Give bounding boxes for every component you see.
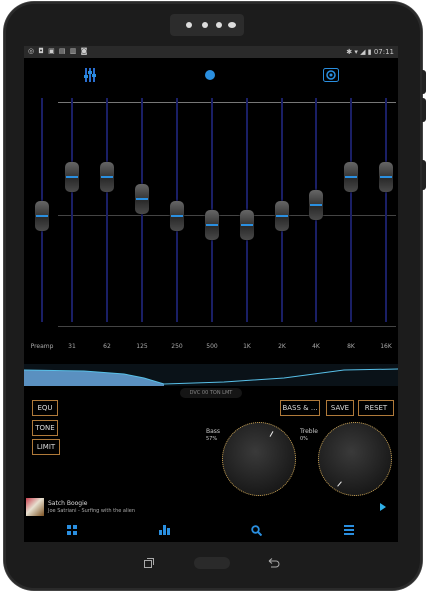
- camera-dot: [186, 22, 192, 28]
- now-playing-bar[interactable]: Satch Boogie Joe Satriani - Surfing with…: [24, 494, 398, 518]
- eq-label-250: 250: [171, 343, 183, 350]
- speaker-icon[interactable]: [323, 68, 339, 82]
- eq-knob-preamp[interactable]: [35, 201, 49, 232]
- eq-knob-mark: [206, 223, 218, 226]
- volume-down-button: [422, 98, 426, 122]
- treble-knob-indicator: [337, 481, 342, 487]
- album-art: [26, 498, 44, 516]
- eq-track-16k[interactable]: [385, 98, 387, 322]
- eq-label-8k: 8K: [347, 343, 355, 350]
- eq-knob-mark: [136, 197, 148, 200]
- eq-label-31: 31: [68, 343, 76, 350]
- eq-knob-16k[interactable]: [379, 162, 393, 193]
- save-button[interactable]: SAVE: [326, 400, 354, 416]
- eq-zero-line: [58, 215, 396, 216]
- eq-knob-mark: [241, 223, 253, 226]
- treble-knob[interactable]: [318, 422, 392, 496]
- sliders-icon[interactable]: [84, 68, 96, 82]
- eq-knob-mark: [36, 215, 48, 218]
- eq-top-line: [58, 102, 396, 103]
- bass-value: 57%: [206, 436, 218, 442]
- treble-label: Treble: [300, 428, 318, 435]
- eq-knob-mark: [310, 204, 322, 207]
- eq-knob-8k[interactable]: [344, 162, 358, 193]
- eq-knob-mark: [101, 176, 113, 179]
- status-bar: ◎ ◘ ▣ ▤ ▥ ◙ ✱ ▾ ◢ ▮ 07:11: [24, 46, 398, 58]
- home-button[interactable]: [194, 557, 230, 569]
- menu-icon[interactable]: [344, 525, 354, 535]
- eq-knob-mark: [276, 215, 288, 218]
- equ-button[interactable]: EQU: [32, 400, 58, 416]
- eq-knob-31[interactable]: [65, 162, 79, 193]
- eq-knob-mark: [171, 215, 183, 218]
- eq-knob-mark: [66, 176, 78, 179]
- tablet-device: ◎ ◘ ▣ ▤ ▥ ◙ ✱ ▾ ◢ ▮ 07:11 DVC 00 TON LMT…: [0, 0, 426, 592]
- spectrum-display: [24, 364, 398, 386]
- bass-knob[interactable]: [222, 422, 296, 496]
- eq-label-16k: 16K: [380, 343, 392, 350]
- front-camera: [170, 14, 244, 36]
- bass-label: Bass: [206, 428, 221, 435]
- eq-label-2k: 2K: [278, 343, 286, 350]
- camera-dot: [216, 22, 222, 28]
- toggle-switch[interactable]: DVC 00 TON LMT: [180, 388, 242, 398]
- eq-label-preamp: Preamp: [30, 343, 54, 350]
- eq-bottom-line: [58, 326, 396, 327]
- treble-value: 0%: [300, 436, 308, 442]
- camera-dot: [202, 22, 208, 28]
- eq-knob-500[interactable]: [205, 209, 219, 240]
- notification-icons: ◎ ◘ ▣ ▤ ▥ ◙: [28, 47, 89, 55]
- eq-track-8k[interactable]: [350, 98, 352, 322]
- eq-knob-1k[interactable]: [240, 209, 254, 240]
- eq-label-4k: 4K: [312, 343, 320, 350]
- eq-track-31[interactable]: [71, 98, 73, 322]
- camera-dot: [228, 22, 236, 28]
- screen: ◎ ◘ ▣ ▤ ▥ ◙ ✱ ▾ ◢ ▮ 07:11 DVC 00 TON LMT…: [24, 46, 398, 542]
- tone-button[interactable]: TONE: [32, 420, 58, 436]
- search-icon[interactable]: [251, 525, 262, 536]
- recent-apps-icon[interactable]: [144, 558, 154, 568]
- eq-track-62[interactable]: [106, 98, 108, 322]
- eq-knob-250[interactable]: [170, 201, 184, 232]
- power-button: [422, 160, 426, 190]
- back-icon[interactable]: [268, 558, 280, 568]
- volume-up-button: [422, 70, 426, 94]
- bar-chart-icon[interactable]: [159, 525, 171, 535]
- play-icon[interactable]: [380, 503, 386, 511]
- reset-button[interactable]: RESET: [358, 400, 394, 416]
- bottom-nav: [24, 520, 398, 542]
- bass-knob-indicator: [269, 431, 274, 437]
- clock: 07:11: [373, 48, 394, 56]
- eq-label-125: 125: [136, 343, 148, 350]
- status-right: ✱ ▾ ◢ ▮ 07:11: [346, 48, 394, 56]
- song-title: Satch Boogie: [48, 500, 88, 507]
- dot-icon[interactable]: [205, 70, 215, 80]
- eq-knob-125[interactable]: [135, 183, 149, 214]
- eq-knob-2k[interactable]: [275, 201, 289, 232]
- eq-label-62: 62: [103, 343, 111, 350]
- grid-icon[interactable]: [67, 525, 77, 535]
- eq-knob-62[interactable]: [100, 162, 114, 193]
- eq-label-500: 500: [206, 343, 218, 350]
- eq-knob-mark: [345, 176, 357, 179]
- toggle-label: DVC 00 TON LMT: [189, 390, 233, 396]
- eq-knob-4k[interactable]: [309, 190, 323, 221]
- eq-knob-mark: [380, 176, 392, 179]
- eq-label-1k: 1K: [243, 343, 251, 350]
- limit-button[interactable]: LIMIT: [32, 439, 60, 455]
- bass-preset-button[interactable]: BASS & ...: [280, 400, 320, 416]
- song-artist: Joe Satriani - Surfing with the alien: [48, 508, 136, 514]
- equalizer: [24, 98, 398, 358]
